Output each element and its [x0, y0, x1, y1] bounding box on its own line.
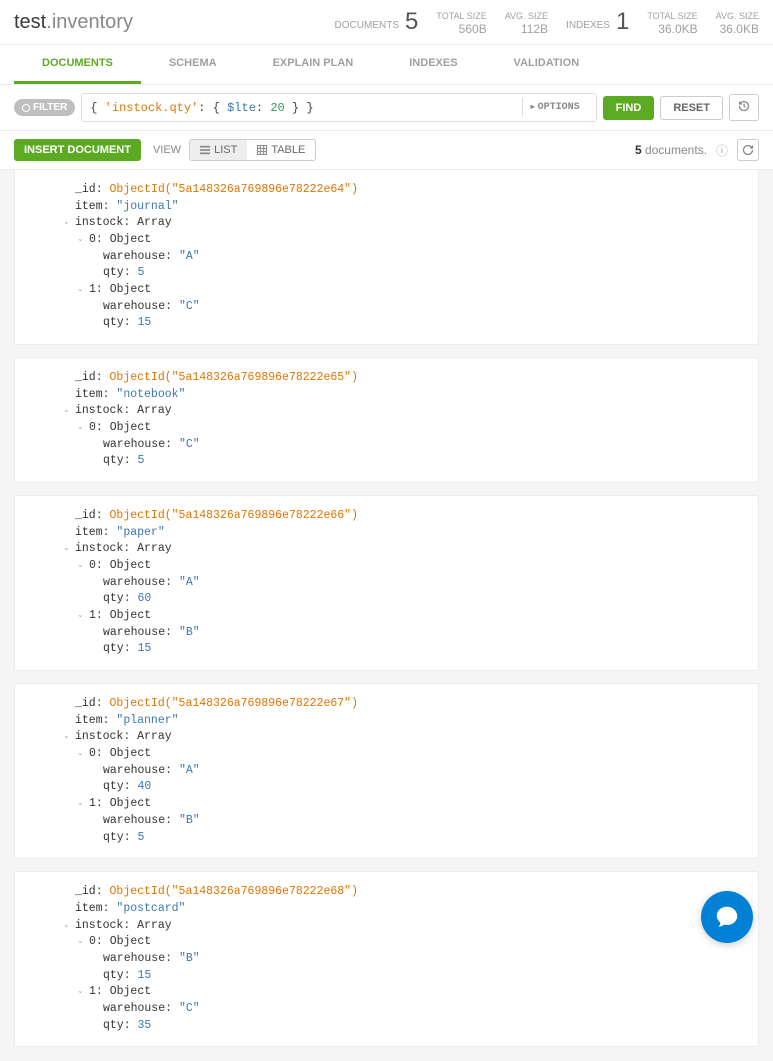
view-toggle: LIST TABLE — [189, 139, 316, 161]
caret-down-icon[interactable]: ⌄ — [77, 234, 85, 246]
caret-down-icon[interactable]: ⌄ — [77, 422, 85, 434]
filter-input[interactable]: { 'instock.qty': { $lte: 20 } } OPTIONS — [81, 93, 596, 122]
document-card[interactable]: _id: ObjectId("5a148326a769896e78222e67"… — [14, 683, 759, 859]
find-button[interactable]: FIND — [603, 96, 655, 120]
tab-validation[interactable]: Validation — [486, 45, 608, 84]
refresh-button[interactable] — [737, 139, 759, 161]
document-card[interactable]: _id: ObjectId("5a148326a769896e78222e66"… — [14, 495, 759, 671]
caret-down-icon[interactable]: ⌄ — [63, 920, 71, 932]
caret-down-icon[interactable]: ⌄ — [63, 405, 71, 417]
caret-down-icon[interactable]: ⌄ — [77, 610, 85, 622]
refresh-icon — [742, 144, 754, 156]
stat-documents-value: 5 — [405, 8, 418, 36]
view-label: VIEW — [153, 144, 181, 156]
stat-idx-total-size: TOTAL SIZE 36.0KB — [647, 11, 697, 36]
documents-list: _id: ObjectId("5a148326a769896e78222e64"… — [0, 170, 773, 1061]
caret-down-icon[interactable]: ⌄ — [77, 986, 85, 998]
stat-doc-avg-size: AVG. SIZE 112B — [505, 11, 548, 36]
namespace-title: test.inventory — [14, 11, 133, 34]
stat-documents: DOCUMENTS 5 — [335, 8, 419, 36]
caret-down-icon[interactable]: ⌄ — [77, 936, 85, 948]
caret-down-icon[interactable]: ⌄ — [77, 284, 85, 296]
caret-down-icon[interactable]: ⌄ — [77, 798, 85, 810]
document-card[interactable]: _id: ObjectId("5a148326a769896e78222e68"… — [14, 871, 759, 1047]
header-stats: DOCUMENTS 5 TOTAL SIZE 560B AVG. SIZE 11… — [335, 8, 759, 36]
document-count: 5 documents. — [635, 143, 707, 157]
view-list-button[interactable]: LIST — [190, 140, 247, 160]
insert-document-button[interactable]: INSERT DOCUMENT — [14, 139, 141, 161]
info-icon[interactable]: ⓘ — [715, 143, 729, 157]
chat-fab[interactable] — [701, 891, 753, 943]
stat-indexes-value: 1 — [616, 8, 629, 36]
caret-down-icon[interactable]: ⌄ — [77, 560, 85, 572]
stat-idx-avg-size: AVG. SIZE 36.0KB — [716, 11, 759, 36]
reset-button[interactable]: RESET — [660, 96, 723, 120]
list-icon — [200, 145, 210, 155]
tab-indexes[interactable]: Indexes — [381, 45, 485, 84]
filter-query: { 'instock.qty': { $lte: 20 } } — [90, 101, 521, 115]
view-table-button[interactable]: TABLE — [247, 140, 315, 160]
tab-schema[interactable]: Schema — [141, 45, 245, 84]
chat-icon — [714, 904, 740, 930]
toolbar: INSERT DOCUMENT VIEW LIST TABLE 5 docume… — [0, 131, 773, 170]
history-icon — [738, 100, 750, 112]
options-button[interactable]: OPTIONS — [522, 98, 588, 117]
caret-down-icon[interactable]: ⌄ — [63, 217, 71, 229]
header-bar: test.inventory DOCUMENTS 5 TOTAL SIZE 56… — [0, 0, 773, 45]
stat-documents-label: DOCUMENTS — [335, 20, 399, 36]
history-button[interactable] — [729, 94, 759, 121]
filter-bar: FILTER { 'instock.qty': { $lte: 20 } } O… — [0, 85, 773, 131]
tab-explain-plan[interactable]: Explain Plan — [245, 45, 382, 84]
stat-indexes: INDEXES 1 — [566, 8, 629, 36]
document-card[interactable]: _id: ObjectId("5a148326a769896e78222e64"… — [14, 170, 759, 345]
caret-down-icon[interactable]: ⌄ — [77, 748, 85, 760]
collection-name: inventory — [52, 11, 133, 33]
caret-down-icon[interactable]: ⌄ — [63, 731, 71, 743]
db-name: test — [14, 11, 46, 33]
stat-indexes-label: INDEXES — [566, 20, 610, 36]
tabs: Documents Schema Explain Plan Indexes Va… — [0, 45, 773, 85]
table-icon — [257, 145, 267, 155]
filter-pill[interactable]: FILTER — [14, 99, 75, 116]
caret-down-icon[interactable]: ⌄ — [63, 543, 71, 555]
document-card[interactable]: _id: ObjectId("5a148326a769896e78222e65"… — [14, 357, 759, 483]
stat-doc-total-size: TOTAL SIZE 560B — [436, 11, 486, 36]
tab-documents[interactable]: Documents — [14, 45, 141, 84]
